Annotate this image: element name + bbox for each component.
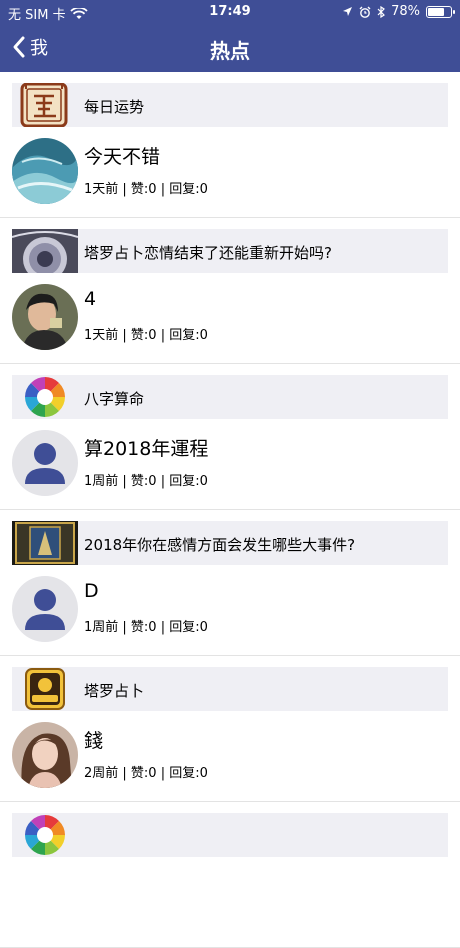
post-title: D	[84, 580, 99, 602]
post-title: 錢	[84, 730, 104, 752]
post-title: 算2018年運程	[84, 438, 209, 460]
category-tag[interactable]: 2018年你在感情方面会发生哪些大事件?	[12, 521, 448, 565]
color-wheel-icon	[12, 813, 78, 857]
hot-post-list: 每日运势 今天不错 1天前 | 赞:0 | 回复:0 塔罗占卜恋情结束了还能重新…	[0, 72, 460, 948]
list-item[interactable]: 八字算命 算2018年運程 1周前 | 赞:0 | 回复:0	[0, 364, 460, 510]
tarot-card-icon	[12, 521, 78, 565]
avatar[interactable]	[12, 722, 78, 788]
default-avatar[interactable]	[12, 430, 78, 496]
post-meta: 1天前 | 赞:0 | 回复:0	[84, 328, 208, 343]
category-label: 八字算命	[84, 390, 145, 408]
post-meta: 2周前 | 赞:0 | 回复:0	[84, 766, 208, 781]
avatar[interactable]	[12, 138, 78, 204]
nav-bar: 我 热点	[0, 24, 460, 72]
post-meta: 1周前 | 赞:0 | 回复:0	[84, 620, 208, 635]
post-meta: 1天前 | 赞:0 | 回复:0	[84, 182, 208, 197]
category-label: 每日运势	[84, 98, 145, 116]
bluetooth-icon	[377, 5, 386, 18]
battery-percent: 78%	[391, 4, 420, 19]
status-bar: 无 SIM 卡 17:49 78%	[0, 0, 460, 24]
category-tag[interactable]	[12, 813, 448, 857]
page-title: 热点	[210, 39, 250, 63]
post-title: 4	[84, 288, 97, 310]
category-label: 塔罗占卜恋情结束了还能重新开始吗?	[84, 244, 332, 262]
list-item[interactable]: 塔罗占卜恋情结束了还能重新开始吗? 4 1天前 | 赞:0 | 回复:0	[0, 218, 460, 364]
category-tag[interactable]: 塔罗占卜	[12, 667, 448, 711]
category-tag[interactable]: 塔罗占卜恋情结束了还能重新开始吗?	[12, 229, 448, 273]
tarot-thumbnail-icon	[12, 229, 78, 273]
alarm-icon	[359, 6, 371, 18]
avatar[interactable]	[12, 284, 78, 350]
category-label: 2018年你在感情方面会发生哪些大事件?	[84, 536, 356, 554]
default-avatar[interactable]	[12, 576, 78, 642]
battery-fill	[428, 7, 444, 16]
category-tag[interactable]: 每日运势	[12, 83, 448, 127]
list-item[interactable]: 2018年你在感情方面会发生哪些大事件? D 1周前 | 赞:0 | 回复:0	[0, 510, 460, 656]
list-item[interactable]	[0, 802, 460, 948]
list-item[interactable]: 塔罗占卜 錢 2周前 | 赞:0 | 回复:0	[0, 656, 460, 802]
tarot-badge-icon	[12, 667, 78, 711]
yun-seal-icon	[12, 83, 78, 127]
app-header: 无 SIM 卡 17:49 78% 我 热点	[0, 0, 460, 72]
location-icon	[343, 7, 353, 16]
category-label: 塔罗占卜	[84, 682, 145, 700]
category-tag[interactable]: 八字算命	[12, 375, 448, 419]
color-wheel-icon	[12, 375, 78, 419]
battery-icon	[426, 5, 455, 18]
post-meta: 1周前 | 赞:0 | 回复:0	[84, 474, 208, 489]
list-item[interactable]: 每日运势 今天不错 1天前 | 赞:0 | 回复:0	[0, 72, 460, 218]
post-title: 今天不错	[84, 146, 161, 168]
